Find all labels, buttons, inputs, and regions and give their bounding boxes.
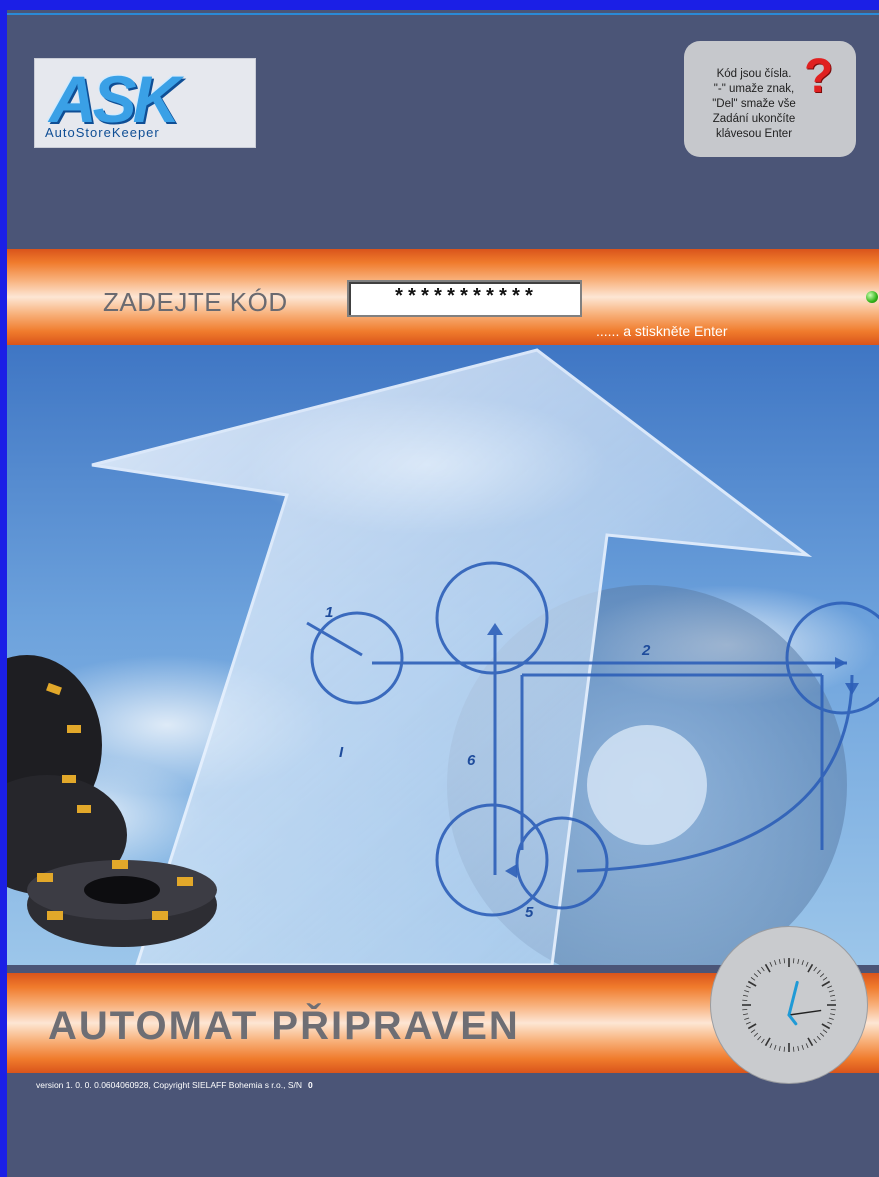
hero-illustration: 1 2 5 6 I — [7, 345, 879, 965]
clock-tick — [805, 961, 809, 967]
clock-tick — [813, 966, 817, 972]
clock-tick — [801, 1044, 804, 1050]
clock-tick — [774, 1044, 777, 1050]
clock-tick — [801, 960, 804, 966]
help-line: "-" umaže znak, — [713, 83, 795, 95]
clock-tick — [816, 1035, 821, 1041]
clock-tick — [774, 960, 777, 966]
clock-tick — [750, 977, 756, 981]
clock-tick — [783, 958, 786, 964]
diagram-label-2: 2 — [641, 642, 651, 659]
clock-tick — [750, 1029, 756, 1033]
status-text: AUTOMAT PŘIPRAVEN — [48, 1004, 520, 1048]
clock-tick — [797, 958, 800, 965]
diagram-label-6: 6 — [467, 752, 476, 769]
question-mark-icon[interactable]: ? — [804, 49, 833, 104]
version-info: version 1. 0. 0. 0.0604060928, Copyright… — [36, 1080, 313, 1090]
clock-tick — [745, 1021, 751, 1025]
clock-tick — [742, 999, 748, 1002]
help-box: Kód jsou čísla. "-" umaže znak, "Del" sm… — [684, 41, 856, 157]
code-label: ZADEJTE KÓD — [103, 287, 288, 317]
serial-number: 0 — [308, 1080, 313, 1090]
clock-hour-hand — [787, 980, 799, 1017]
clock-tick — [745, 985, 751, 989]
clock-icon — [711, 927, 867, 1083]
help-text: Kód jsou čísla. "-" umaže znak, "Del" sm… — [684, 67, 824, 142]
clock-tick — [764, 963, 771, 973]
clock-tick — [827, 1021, 833, 1025]
ask-logo: ASK AutoStoreKeeper — [34, 58, 256, 148]
clock-tick — [744, 990, 750, 993]
clock-tick — [769, 1043, 773, 1049]
clock-tick — [744, 1017, 750, 1020]
clock-tick — [778, 1045, 781, 1052]
clock-tick — [829, 1013, 836, 1016]
clock-tick — [769, 961, 773, 967]
clock-tick — [828, 1017, 834, 1020]
clock-tick — [807, 963, 814, 973]
clock-tick — [822, 1029, 828, 1033]
clock-tick — [761, 966, 765, 972]
clock-tick — [792, 958, 795, 964]
help-line: klávesou Enter — [715, 128, 793, 140]
clock-tick — [761, 1038, 765, 1044]
clock-tick — [821, 1023, 831, 1030]
help-line: Zadání ukončíte — [712, 113, 796, 125]
clock-tick — [827, 985, 833, 989]
clock-tick — [783, 1046, 786, 1052]
help-line: "Del" smaže vše — [712, 98, 796, 110]
clock-tick — [816, 969, 821, 975]
clock-face — [742, 958, 836, 1052]
clock-tick — [821, 980, 831, 987]
clock-tick — [742, 1013, 749, 1016]
help-line: Kód jsou čísla. — [716, 68, 792, 80]
clock-tick — [742, 1008, 748, 1011]
status-indicator-icon — [866, 291, 878, 303]
diagram-label-1: 1 — [325, 604, 333, 621]
top-frame-line — [0, 13, 879, 15]
clock-tick — [753, 1032, 759, 1037]
left-frame — [0, 0, 7, 1177]
clock-tick — [830, 999, 836, 1002]
logo-subtitle: AutoStoreKeeper — [45, 125, 160, 140]
app-screen: ASK AutoStoreKeeper Kód jsou čísla. "-" … — [0, 0, 879, 1177]
clock-tick — [830, 1008, 836, 1011]
version-text: version 1. 0. 0. 0.0604060928, Copyright… — [36, 1080, 303, 1090]
code-input[interactable] — [347, 280, 582, 317]
clock-tick — [747, 980, 757, 987]
clock-tick — [747, 1023, 757, 1030]
clock-tick — [757, 969, 762, 975]
clock-tick — [764, 1037, 771, 1047]
clock-tick — [792, 1046, 795, 1052]
clock-tick — [757, 1035, 762, 1041]
enter-hint: ...... a stiskněte Enter — [596, 323, 728, 339]
clock-tick — [813, 1038, 817, 1044]
diagram-label-5: 5 — [525, 904, 534, 921]
clock-tick — [829, 994, 836, 997]
clock-tick — [753, 973, 759, 978]
clock-tick — [742, 994, 749, 997]
clock-minute-hand — [788, 1009, 822, 1016]
clock-tick — [822, 977, 828, 981]
clock-second-hand — [787, 1013, 798, 1026]
clock-tick — [819, 1032, 825, 1037]
hero-image: 1 2 5 6 I — [7, 345, 879, 965]
top-frame — [0, 0, 879, 10]
clock-tick — [807, 1037, 814, 1047]
clock-tick — [797, 1045, 800, 1052]
clock-tick — [819, 973, 825, 978]
clock-tick — [805, 1043, 809, 1049]
clock-tick — [828, 990, 834, 993]
clock-tick — [778, 958, 781, 965]
